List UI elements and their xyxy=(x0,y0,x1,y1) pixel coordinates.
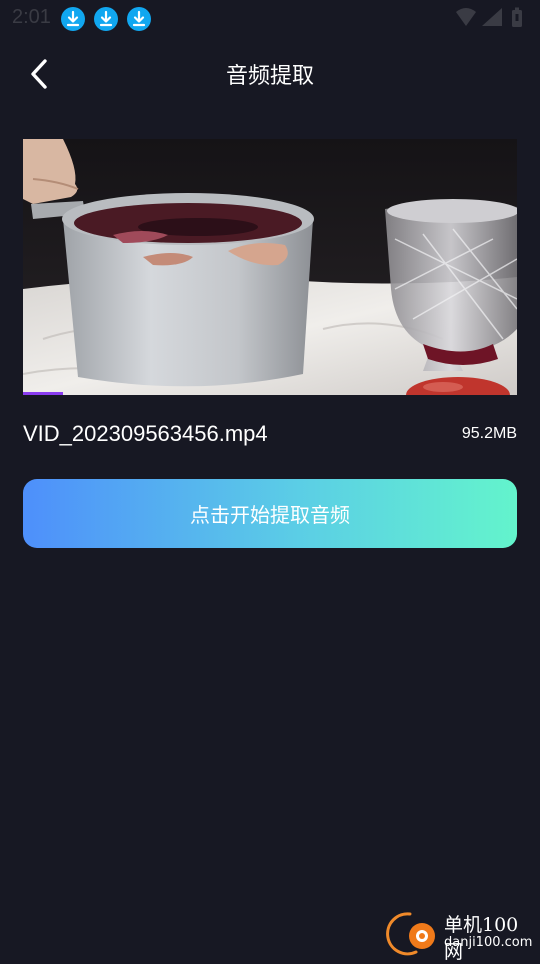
watermark-logo: 单机100网 danji100.com xyxy=(386,908,536,958)
file-size: 95.2MB xyxy=(462,425,517,443)
extract-audio-button[interactable]: 点击开始提取音频 xyxy=(23,479,517,548)
watermark-url: danji100.com xyxy=(444,935,532,950)
wifi-icon xyxy=(456,8,476,26)
page-title: 音频提取 xyxy=(0,58,540,90)
extract-audio-label: 点击开始提取音频 xyxy=(190,499,350,528)
download-icon xyxy=(127,7,151,31)
status-time: 2:01 xyxy=(12,6,51,29)
download-icon xyxy=(61,7,85,31)
download-icon xyxy=(94,7,118,31)
video-thumbnail xyxy=(23,139,517,395)
video-progress-track[interactable] xyxy=(23,392,517,395)
watermark-emblem-icon xyxy=(386,908,442,958)
video-progress-fill xyxy=(23,392,63,395)
file-name: VID_202309563456.mp4 xyxy=(23,421,268,447)
system-icons xyxy=(454,6,530,30)
battery-icon xyxy=(512,8,522,28)
video-preview[interactable] xyxy=(23,139,517,395)
status-bar: 2:01 xyxy=(0,0,540,36)
app-bar: 音频提取 xyxy=(0,36,540,112)
signal-icon xyxy=(482,8,502,26)
